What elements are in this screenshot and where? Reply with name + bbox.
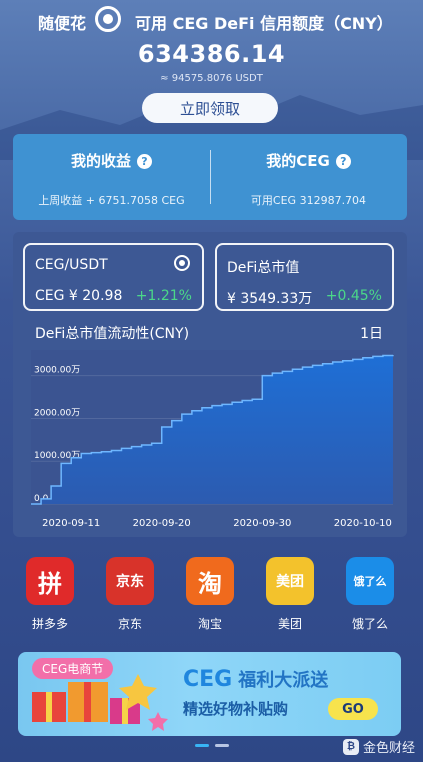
y-tick-label: 3000.00万 xyxy=(34,366,80,376)
x-tick-label: 2020-09-11 xyxy=(42,518,100,529)
app-label: 饿了么 xyxy=(351,617,388,631)
header: 随便花 可用 CEG DeFi 信用额度（CNY） xyxy=(0,6,423,36)
liquidity-chart: 0.01000.00万2000.00万3000.00万2020-09-11202… xyxy=(31,350,394,529)
app-shortcut[interactable]: 京东 京东 xyxy=(100,557,160,632)
my-ceg[interactable]: 我的CEG? 可用CEG 312987.704 xyxy=(210,134,407,220)
banner-go-button[interactable]: GO xyxy=(328,698,378,720)
my-ceg-title: 我的CEG xyxy=(266,152,330,170)
promo-banner[interactable]: CEG电商节 CEG 福利大派送 精选好物补贴购 GO xyxy=(18,652,401,736)
claim-button[interactable]: 立即领取 xyxy=(142,93,278,123)
my-earnings-title: 我的收益 xyxy=(70,152,131,170)
watermark-text: 金色财经 xyxy=(362,741,415,756)
weekly-earnings: 上周收益 + 6751.7058 CEG xyxy=(38,194,185,207)
credit-amount: 634386.14 xyxy=(137,40,286,68)
pair-name: CEG/USDT xyxy=(35,257,108,273)
x-tick-label: 2020-09-30 xyxy=(233,518,291,529)
banner-tag: CEG电商节 xyxy=(32,658,114,679)
jd-icon: 京东 xyxy=(106,557,154,605)
watermark-logo-icon: ₿ xyxy=(342,738,359,755)
x-tick-label: 2020-09-20 xyxy=(133,518,191,529)
app-shortcut[interactable]: 饿了么 饿了么 xyxy=(340,557,400,632)
defi-market-cap-card[interactable]: DeFi总市值 ¥ 3549.33万 +0.45% xyxy=(215,243,394,311)
my-earnings[interactable]: 我的收益? 上周收益 + 6751.7058 CEG xyxy=(13,134,210,220)
ceg-usdt-card[interactable]: CEG/USDT CEG ¥ 20.98 +1.21% xyxy=(23,243,204,311)
banner-headline-big: CEG xyxy=(183,667,233,692)
banner-subtitle: 精选好物补贴购 xyxy=(183,700,289,718)
market-card: CEG/USDT CEG ¥ 20.98 +1.21% DeFi总市值 ¥ 35… xyxy=(13,232,407,537)
defi-price: ¥ 3549.33万 xyxy=(227,291,313,307)
question-circle-icon[interactable]: ? xyxy=(137,154,152,169)
taobao-icon: 淘 xyxy=(186,557,234,605)
carousel-dot[interactable] xyxy=(214,744,229,747)
ceg-logo-icon xyxy=(174,255,190,271)
pair-price: CEG ¥ 20.98 xyxy=(35,288,123,304)
y-tick-label: 2000.00万 xyxy=(34,408,80,418)
app-shortcut[interactable]: 淘淘宝 xyxy=(180,557,240,632)
defi-name: DeFi总市值 xyxy=(227,260,300,276)
pair-change: +1.21% xyxy=(135,288,192,304)
banner-headline: 福利大派送 xyxy=(238,670,329,691)
app-label: 拼多多 xyxy=(31,617,68,631)
eleme-icon: 饿了么 xyxy=(346,557,394,605)
pinduoduo-icon: 拼 xyxy=(26,557,74,605)
app-shortcuts: 拼拼多多 京东 京东淘淘宝 美团 美团 饿了么 饿了么 xyxy=(0,557,423,637)
brand-logo-icon xyxy=(95,6,121,32)
question-circle-icon[interactable]: ? xyxy=(335,154,351,169)
watermark: ₿ 金色财经 xyxy=(342,737,415,756)
app-shortcut[interactable]: 拼拼多多 xyxy=(20,557,80,632)
app-label: 美团 xyxy=(277,617,302,631)
carousel-dot-active[interactable] xyxy=(194,744,209,747)
credit-title: 可用 CEG DeFi 信用额度（CNY） xyxy=(135,14,393,33)
x-tick-label: 2020-10-10 xyxy=(334,518,392,529)
available-ceg: 可用CEG 312987.704 xyxy=(250,194,367,207)
defi-change: +0.45% xyxy=(325,288,382,304)
app-label: 淘宝 xyxy=(197,617,222,631)
earnings-card: 我的收益? 上周收益 + 6751.7058 CEG 我的CEG? 可用CEG … xyxy=(13,134,407,220)
credit-usdt: ≈ 94575.8076 USDT xyxy=(160,73,263,84)
app-shortcut[interactable]: 美团 美团 xyxy=(260,557,320,632)
app-label: 京东 xyxy=(117,617,142,631)
meituan-icon: 美团 xyxy=(266,557,314,605)
brand-name: 随便花 xyxy=(38,14,87,33)
